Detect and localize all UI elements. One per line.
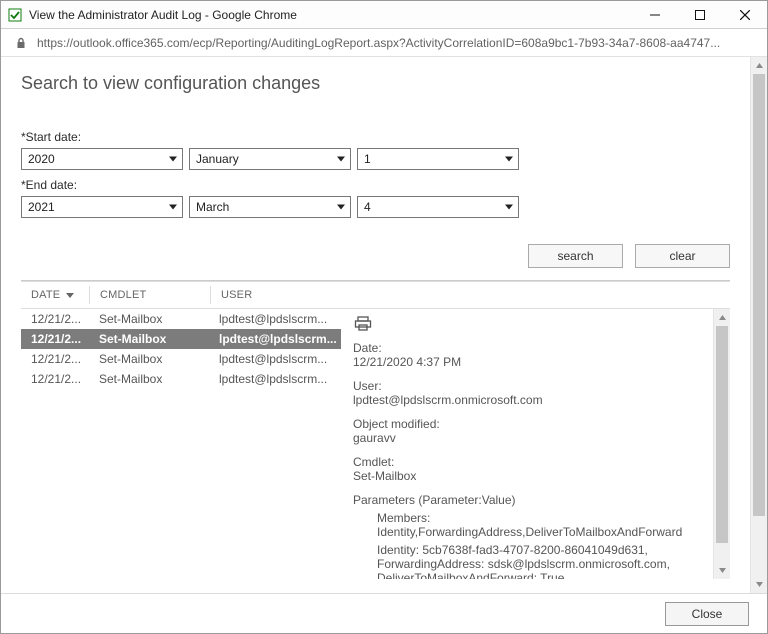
print-icon[interactable] bbox=[353, 315, 373, 333]
titlebar: View the Administrator Audit Log - Googl… bbox=[1, 1, 767, 29]
cell-user: lpdtest@lpdslscrm... bbox=[209, 372, 339, 386]
start-day-select[interactable]: 1 bbox=[357, 148, 519, 170]
detail-pane: Date: 12/21/2020 4:37 PM User: lpdtest@l… bbox=[341, 309, 730, 579]
window-title: View the Administrator Audit Log - Googl… bbox=[29, 8, 297, 22]
sort-desc-icon bbox=[66, 293, 74, 298]
cell-user: lpdtest@lpdslscrm... bbox=[209, 332, 339, 346]
detail-params-line: Members: Identity,ForwardingAddress,Deli… bbox=[353, 511, 707, 539]
address-bar: https://outlook.office365.com/ecp/Report… bbox=[1, 29, 767, 57]
end-month-select[interactable]: March bbox=[189, 196, 351, 218]
window-maximize-button[interactable] bbox=[677, 1, 722, 29]
detail-user-value: lpdtest@lpdslscrm.onmicrosoft.com bbox=[353, 393, 707, 407]
scroll-up-icon[interactable] bbox=[751, 57, 767, 74]
cell-date: 12/21/2... bbox=[21, 312, 89, 326]
detail-cmdlet-label: Cmdlet: bbox=[353, 455, 707, 469]
end-day-select[interactable]: 4 bbox=[357, 196, 519, 218]
detail-params-label: Parameters (Parameter:Value) bbox=[353, 493, 707, 507]
cell-date: 12/21/2... bbox=[21, 352, 89, 366]
scroll-down-icon[interactable] bbox=[751, 576, 767, 593]
cell-user: lpdtest@lpdslscrm... bbox=[209, 352, 339, 366]
scroll-down-icon[interactable] bbox=[714, 562, 730, 579]
cell-cmdlet: Set-Mailbox bbox=[89, 312, 209, 326]
clear-button[interactable]: clear bbox=[635, 244, 730, 268]
detail-user-label: User: bbox=[353, 379, 707, 393]
close-button[interactable]: Close bbox=[665, 602, 749, 626]
results-header: DATE CMDLET USER bbox=[21, 281, 730, 309]
favicon bbox=[7, 7, 23, 23]
detail-scrollbar[interactable] bbox=[713, 309, 730, 579]
cell-date: 12/21/2... bbox=[21, 372, 89, 386]
page-scrollbar[interactable] bbox=[750, 57, 767, 593]
search-button[interactable]: search bbox=[528, 244, 623, 268]
window-minimize-button[interactable] bbox=[632, 1, 677, 29]
start-date-label: *Start date: bbox=[21, 130, 730, 144]
detail-object-value: gauravv bbox=[353, 431, 707, 445]
detail-date-value: 12/21/2020 4:37 PM bbox=[353, 355, 707, 369]
table-row[interactable]: 12/21/2...Set-Mailboxlpdtest@lpdslscrm..… bbox=[21, 349, 341, 369]
start-month-select[interactable]: January bbox=[189, 148, 351, 170]
detail-params-line: Identity: 5cb7638f-fad3-4707-8200-860410… bbox=[353, 543, 707, 579]
detail-date-label: Date: bbox=[353, 341, 707, 355]
chrome-window: View the Administrator Audit Log - Googl… bbox=[0, 0, 768, 634]
cell-date: 12/21/2... bbox=[21, 332, 89, 346]
table-row[interactable]: 12/21/2...Set-Mailboxlpdtest@lpdslscrm..… bbox=[21, 309, 341, 329]
cell-cmdlet: Set-Mailbox bbox=[89, 372, 209, 386]
lock-icon bbox=[13, 35, 29, 51]
detail-object-label: Object modified: bbox=[353, 417, 707, 431]
column-header-user[interactable]: USER bbox=[211, 289, 341, 301]
detail-cmdlet-value: Set-Mailbox bbox=[353, 469, 707, 483]
window-close-button[interactable] bbox=[722, 1, 767, 29]
start-year-select[interactable]: 2020 bbox=[21, 148, 183, 170]
results-area: DATE CMDLET USER 12/21/2...Set-Mailboxlp… bbox=[21, 280, 730, 579]
table-row[interactable]: 12/21/2...Set-Mailboxlpdtest@lpdslscrm..… bbox=[21, 369, 341, 389]
content-area: Search to view configuration changes *St… bbox=[1, 57, 767, 633]
results-rows: 12/21/2...Set-Mailboxlpdtest@lpdslscrm..… bbox=[21, 309, 341, 579]
column-header-date[interactable]: DATE bbox=[21, 289, 89, 301]
cell-cmdlet: Set-Mailbox bbox=[89, 352, 209, 366]
cell-user: lpdtest@lpdslscrm... bbox=[209, 312, 339, 326]
page-title: Search to view configuration changes bbox=[21, 73, 730, 94]
end-date-row: 2021 March 4 bbox=[21, 196, 730, 218]
column-header-cmdlet[interactable]: CMDLET bbox=[90, 289, 210, 301]
dialog-footer: Close bbox=[1, 593, 767, 633]
end-date-label: *End date: bbox=[21, 178, 730, 192]
cell-cmdlet: Set-Mailbox bbox=[89, 332, 209, 346]
end-year-select[interactable]: 2021 bbox=[21, 196, 183, 218]
scroll-up-icon[interactable] bbox=[714, 309, 730, 326]
url-text[interactable]: https://outlook.office365.com/ecp/Report… bbox=[37, 36, 759, 50]
start-date-row: 2020 January 1 bbox=[21, 148, 730, 170]
table-row[interactable]: 12/21/2...Set-Mailboxlpdtest@lpdslscrm..… bbox=[21, 329, 341, 349]
